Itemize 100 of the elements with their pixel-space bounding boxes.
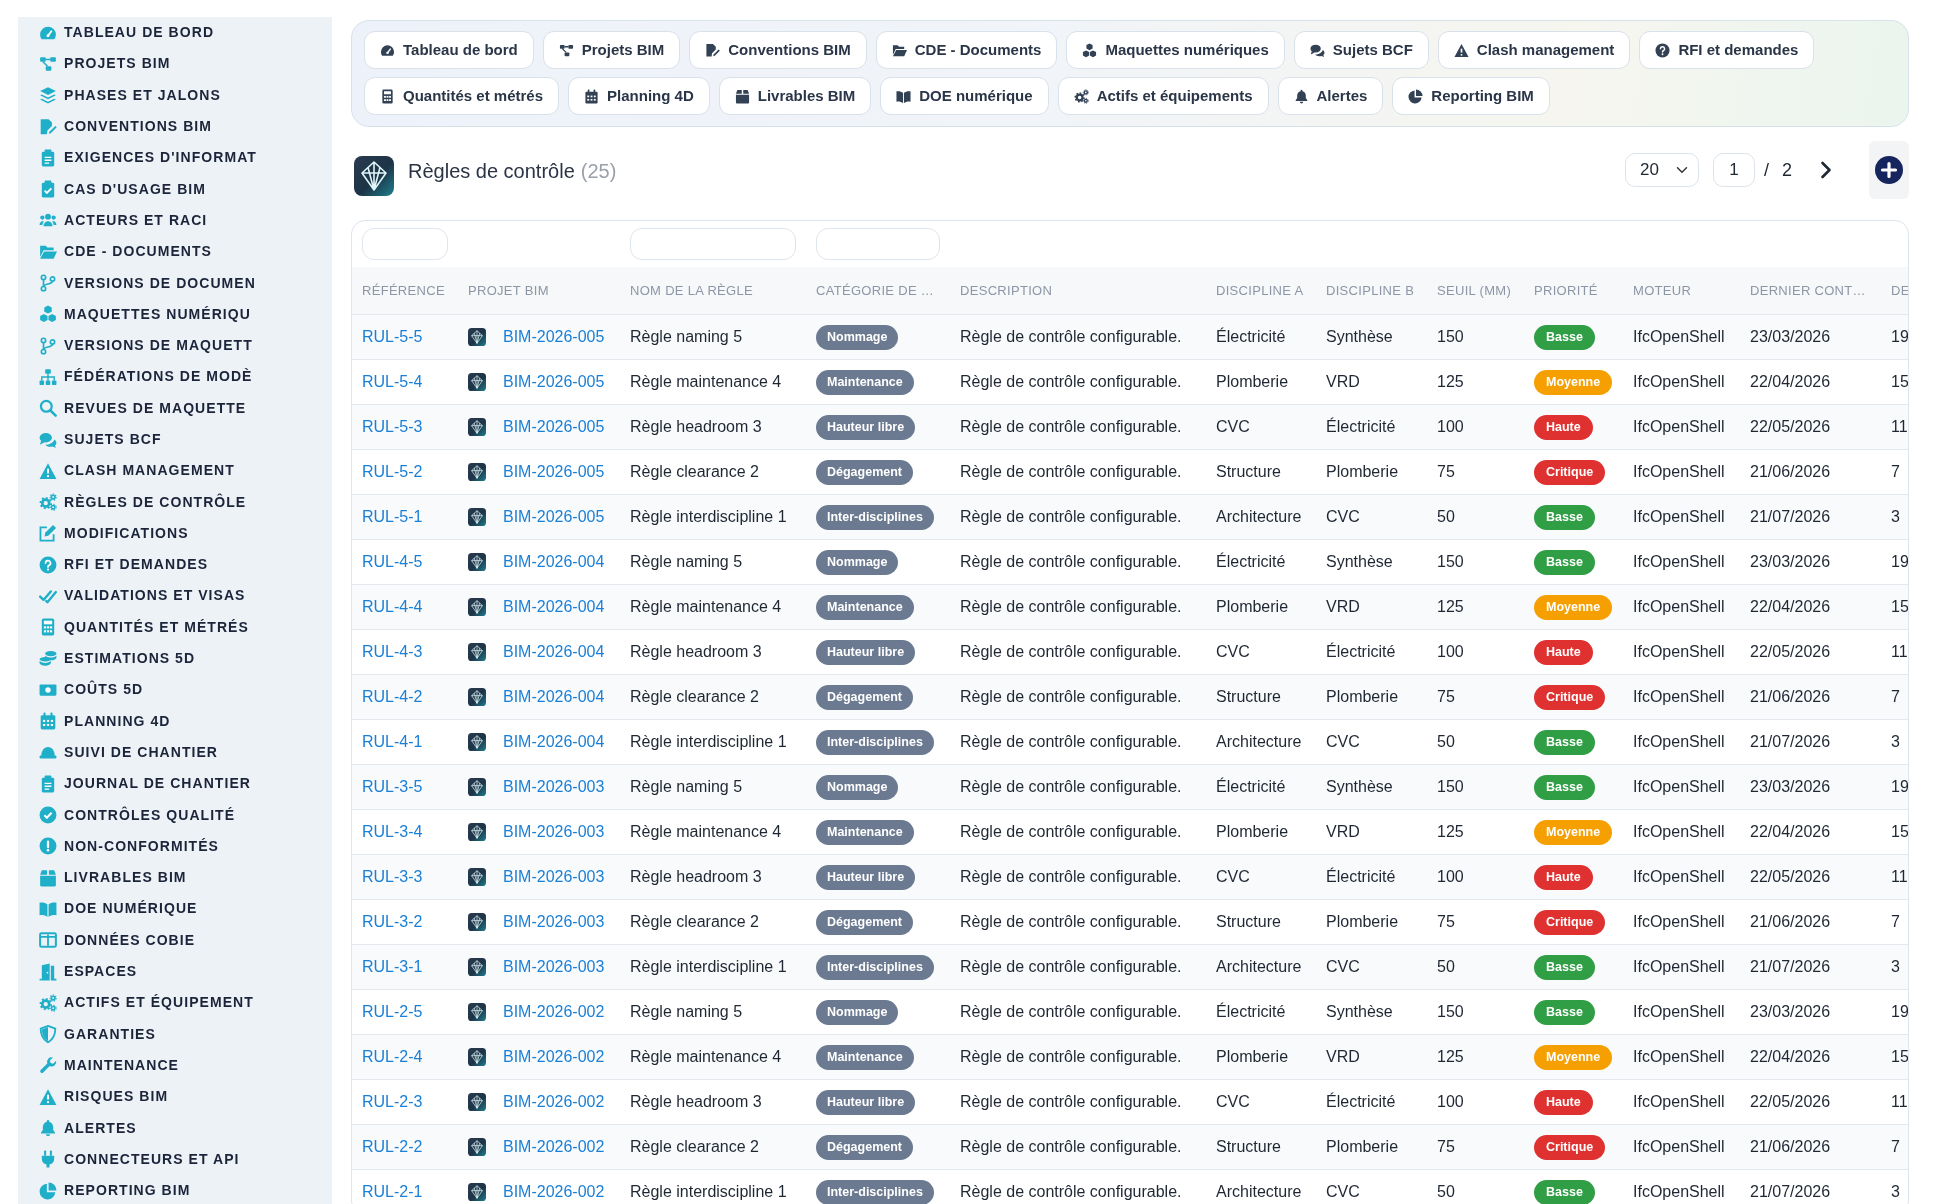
nav-button[interactable]: Livrables BIM [718, 77, 872, 115]
reference-link[interactable]: RUL-2-1 [362, 1182, 423, 1200]
nav-button[interactable]: Alertes [1277, 77, 1384, 115]
filter-field[interactable] [816, 228, 940, 260]
project-link[interactable]: BIM-2026-002 [503, 999, 605, 1024]
filter-field[interactable] [362, 228, 448, 260]
sidebar-link[interactable]: FÉDÉRATIONS DE MODÈ [39, 361, 332, 393]
sidebar-link[interactable]: ACTIFS ET ÉQUIPEMENT [39, 987, 332, 1019]
sidebar-link[interactable]: NON-CONFORMITÉS [39, 830, 332, 862]
nav-button[interactable]: Actifs et équipements [1057, 77, 1269, 115]
reference-link[interactable]: RUL-4-1 [362, 732, 423, 750]
reference-link[interactable]: RUL-3-4 [362, 822, 423, 840]
branch-icon [39, 274, 57, 292]
category-badge: Dégagement [816, 684, 914, 710]
page-size-select[interactable]: 20 [1624, 153, 1699, 187]
reference-link[interactable]: RUL-5-2 [362, 462, 423, 480]
search-icon [39, 399, 57, 418]
sidebar-link[interactable]: RISQUES BIM [39, 1081, 332, 1113]
sidebar-link[interactable]: MAINTENANCE [39, 1049, 332, 1082]
column-header: CATÉGORIE DE … [806, 267, 950, 314]
table-cell: CVC [1206, 404, 1316, 449]
nav-button[interactable]: Conventions BIM [689, 31, 867, 69]
project-link[interactable]: BIM-2026-003 [503, 819, 605, 844]
sidebar-link[interactable]: REPORTING BIM [39, 1175, 332, 1204]
nav-button[interactable]: Planning 4D [568, 77, 710, 115]
sidebar-link[interactable]: SUIVI DE CHANTIER [39, 736, 332, 769]
project-link[interactable]: BIM-2026-004 [503, 549, 605, 574]
reference-link[interactable]: RUL-5-4 [362, 372, 423, 390]
table-cell: Électricité [1316, 854, 1427, 899]
sidebar-link[interactable]: MODIFICATIONS [39, 517, 332, 550]
filter-field[interactable] [630, 228, 796, 260]
sidebar-link[interactable]: QUANTITÉS ET MÉTRÉS [39, 611, 332, 643]
sidebar-link[interactable]: CONTRÔLES QUALITÉ [39, 799, 332, 831]
nav-button[interactable]: Maquettes numériques [1066, 31, 1285, 69]
sidebar-link[interactable]: REVUES DE MAQUETTE [39, 392, 332, 424]
sidebar-link[interactable]: GARANTIES [39, 1018, 332, 1050]
sidebar-link[interactable]: TABLEAU DE BORD [39, 17, 332, 49]
sidebar-link[interactable]: SUJETS BCF [39, 423, 332, 456]
sidebar-link[interactable]: CLASH MANAGEMENT [39, 455, 332, 487]
nav-button[interactable]: Reporting BIM [1392, 77, 1550, 115]
reference-link[interactable]: RUL-4-5 [362, 552, 423, 570]
table-cell: Règle interdiscipline 1 [620, 494, 806, 539]
nav-button[interactable]: RFI et demandes [1639, 31, 1815, 69]
project-link[interactable]: BIM-2026-005 [503, 459, 605, 484]
sidebar-link[interactable]: RÈGLES DE CONTRÔLE [39, 486, 332, 518]
priority-badge: Basse [1534, 549, 1595, 575]
sidebar-link[interactable]: DOE NUMÉRIQUE [39, 893, 332, 925]
project-link[interactable]: BIM-2026-004 [503, 729, 605, 754]
project-link[interactable]: BIM-2026-002 [503, 1089, 605, 1114]
gem-icon [468, 867, 486, 886]
reference-link[interactable]: RUL-2-5 [362, 1002, 423, 1020]
table-cell: 15 [1881, 1034, 1908, 1079]
sidebar-link[interactable]: CONVENTIONS BIM [39, 110, 332, 143]
gem-icon [468, 462, 486, 481]
sidebar-link[interactable]: DONNÉES COBIE [39, 924, 332, 956]
sidebar-link[interactable]: VERSIONS DE DOCUMEN [39, 267, 332, 299]
nav-button[interactable]: Sujets BCF [1293, 31, 1429, 69]
sidebar-link[interactable]: CAS D'USAGE BIM [39, 173, 332, 205]
add-button[interactable] [1869, 141, 1909, 199]
sidebar-link[interactable]: ACTEURS ET RACI [39, 204, 332, 237]
table-cell: 19 [1881, 314, 1908, 359]
sidebar-link[interactable]: PROJETS BIM [39, 48, 332, 80]
sidebar-link[interactable]: LIVRABLES BIM [39, 862, 332, 894]
nav-button[interactable]: Clash management [1437, 31, 1631, 69]
nav-button[interactable]: Tableau de bord [364, 31, 534, 69]
category-badge: Hauteur libre [816, 414, 916, 440]
reference-link[interactable]: RUL-3-2 [362, 912, 423, 930]
sidebar-link[interactable]: COÛTS 5D [39, 674, 332, 706]
sidebar-link[interactable]: RFI ET DEMANDES [39, 549, 332, 581]
chat-bubbles-icon [1309, 42, 1325, 58]
table-cell: IfcOpenShell [1623, 764, 1740, 809]
sidebar-link[interactable]: EXIGENCES D'INFORMAT [39, 142, 332, 174]
nav-button[interactable]: CDE - Documents [875, 31, 1058, 69]
sidebar-link[interactable]: ESTIMATIONS 5D [39, 642, 332, 675]
project-link[interactable]: BIM-2026-004 [503, 639, 605, 664]
reference-link[interactable]: RUL-2-3 [362, 1092, 423, 1110]
project-link[interactable]: BIM-2026-005 [503, 369, 605, 394]
table-cell: 150 [1427, 314, 1524, 359]
project-link[interactable]: BIM-2026-002 [503, 1179, 605, 1204]
reference-link[interactable]: RUL-4-3 [362, 642, 423, 660]
nav-button[interactable]: Projets BIM [542, 31, 681, 69]
sidebar-link[interactable]: PLANNING 4D [39, 705, 332, 737]
sidebar-link[interactable]: PHASES ET JALONS [39, 79, 332, 111]
sidebar-link[interactable]: VALIDATIONS ET VISAS [39, 580, 332, 612]
exclamation-circle-icon [39, 837, 57, 856]
sidebar-link[interactable]: JOURNAL DE CHANTIER [39, 768, 332, 800]
table-cell: Plomberie [1206, 1034, 1316, 1079]
sidebar-link[interactable]: CONNECTEURS ET API [39, 1143, 332, 1175]
sidebar-link[interactable]: MAQUETTES NUMÉRIQU [39, 298, 332, 330]
sidebar-link[interactable]: VERSIONS DE MAQUETT [39, 329, 332, 362]
table-cell: 21/07/2026 [1740, 944, 1881, 989]
nav-button[interactable]: DOE numérique [880, 77, 1049, 115]
project-link[interactable]: BIM-2026-003 [503, 909, 605, 934]
table-cell: Règle headroom 3 [620, 854, 806, 899]
gem-icon [468, 417, 486, 436]
nav-button[interactable]: Quantités et métrés [364, 77, 560, 115]
page-number-field[interactable]: 1 [1712, 153, 1755, 187]
sidebar-link[interactable]: ALERTES [39, 1112, 332, 1144]
sidebar-link[interactable]: ESPACES [39, 955, 332, 988]
sidebar-link[interactable]: CDE - DOCUMENTS [39, 236, 332, 268]
